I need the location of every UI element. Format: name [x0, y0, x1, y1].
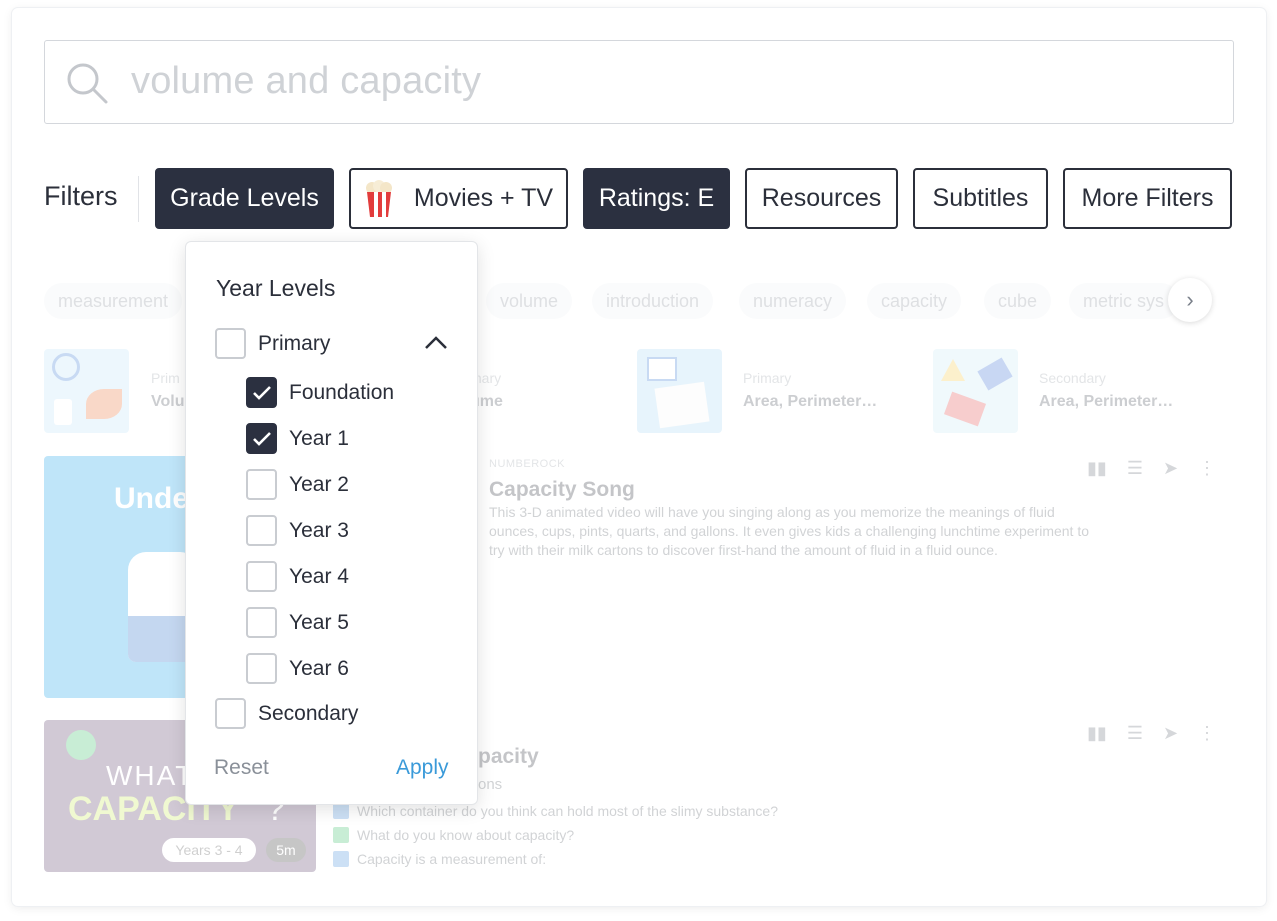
reset-button[interactable]: Reset [214, 756, 269, 780]
resources-button[interactable]: Resources [745, 168, 898, 229]
checkbox-secondary[interactable]: Secondary [215, 698, 358, 729]
checkbox-year-item[interactable]: Year 4 [246, 561, 349, 592]
checkbox-year-item[interactable]: Year 2 [246, 469, 349, 500]
checkbox[interactable] [246, 607, 277, 638]
card-title[interactable]: Volu [151, 393, 184, 411]
checkbox[interactable] [246, 561, 277, 592]
card-thumbnail[interactable] [637, 349, 722, 433]
send-icon[interactable]: ➤ [1163, 723, 1178, 744]
checkbox[interactable] [215, 698, 246, 729]
tag-chip[interactable]: capacity [867, 283, 962, 319]
tag-chip[interactable]: introduction [592, 283, 714, 319]
tag-chip[interactable]: measurement [44, 283, 183, 319]
result-title[interactable]: Capacity Song [489, 478, 635, 502]
ratings-button[interactable]: Ratings: E [583, 168, 730, 229]
chevron-up-icon[interactable] [424, 334, 448, 350]
stats-icon[interactable]: ▮▮ [1087, 458, 1107, 479]
question-icon [333, 851, 349, 867]
card-title[interactable]: Area, Perimeter… [743, 393, 877, 411]
question-item: Which container do you think can hold mo… [333, 803, 778, 819]
chevron-right-icon: › [1186, 287, 1194, 312]
popcorn-icon [365, 179, 392, 217]
checkbox[interactable] [246, 653, 277, 684]
movies-tv-label: Movies + TV [413, 184, 554, 212]
year-levels-dropdown: Year Levels Primary Foundation Year 1 Year… [185, 241, 478, 805]
grade-levels-button[interactable]: Grade Levels [155, 168, 334, 229]
result-subtitle: ons [478, 776, 503, 793]
tag-chip[interactable]: volume [486, 283, 573, 319]
search-input[interactable]: volume and capacity [131, 60, 481, 103]
tag-chip[interactable]: numeracy [739, 283, 847, 319]
checkmark-icon [252, 385, 271, 400]
checkbox-year-item[interactable]: Year 6 [246, 653, 349, 684]
checkmark-icon [252, 431, 271, 446]
card-thumbnail[interactable] [933, 349, 1018, 433]
result-title[interactable]: pacity [478, 745, 539, 769]
search-icon [67, 63, 108, 104]
apply-button[interactable]: Apply [396, 756, 449, 780]
search-bar[interactable]: volume and capacity [44, 40, 1234, 124]
subtitles-button[interactable]: Subtitles [913, 168, 1048, 229]
card-category: Secondary [1039, 370, 1106, 386]
question-icon [333, 827, 349, 843]
dropdown-title: Year Levels [216, 275, 336, 301]
tag-chip[interactable]: cube [984, 283, 1052, 319]
duration-pill: 5m [266, 838, 306, 862]
checkbox-year-item[interactable]: Year 1 [246, 423, 349, 454]
tag-chip[interactable]: metric sys [1069, 283, 1179, 319]
movies-tv-button[interactable]: Movies + TV [349, 168, 568, 229]
result-actions: ▮▮ ☰ ➤ ⋮ [1087, 723, 1216, 744]
add-to-list-icon[interactable]: ☰ [1127, 458, 1143, 479]
question-icon [333, 803, 349, 819]
send-icon[interactable]: ➤ [1163, 458, 1178, 479]
card-category: Primary [743, 370, 792, 386]
checkbox[interactable] [215, 328, 246, 359]
add-to-list-icon[interactable]: ☰ [1127, 723, 1143, 744]
grade-pill: Years 3 - 4 [162, 838, 256, 862]
tags-next-button[interactable]: › [1168, 278, 1212, 322]
card-category: Prim [151, 370, 180, 386]
checkbox-year-item[interactable]: Foundation [246, 377, 394, 408]
filters-label: Filters [44, 181, 118, 211]
question-item: What do you know about capacity? [333, 827, 574, 843]
card-title[interactable]: Area, Perimeter… [1039, 393, 1173, 411]
thumbnail-text: WHAT [106, 760, 195, 791]
checkbox-year-item[interactable]: Year 5 [246, 607, 349, 638]
more-icon[interactable]: ⋮ [1198, 458, 1216, 479]
more-icon[interactable]: ⋮ [1198, 723, 1216, 744]
checkbox-year-item[interactable]: Year 3 [246, 515, 349, 546]
checkbox[interactable] [246, 423, 277, 454]
checkbox[interactable] [246, 377, 277, 408]
provider-label: NUMBEROCK [489, 458, 566, 470]
result-description: This 3-D animated video will have you si… [489, 504, 1090, 558]
checkbox[interactable] [246, 515, 277, 546]
stats-icon[interactable]: ▮▮ [1087, 723, 1107, 744]
card-thumbnail[interactable] [44, 349, 129, 433]
checkbox[interactable] [246, 469, 277, 500]
result-actions: ▮▮ ☰ ➤ ⋮ [1087, 458, 1216, 479]
checkbox-primary[interactable]: Primary [215, 328, 330, 359]
question-item: Capacity is a measurement of: [333, 851, 546, 867]
divider [138, 176, 139, 222]
more-filters-button[interactable]: More Filters [1063, 168, 1232, 229]
